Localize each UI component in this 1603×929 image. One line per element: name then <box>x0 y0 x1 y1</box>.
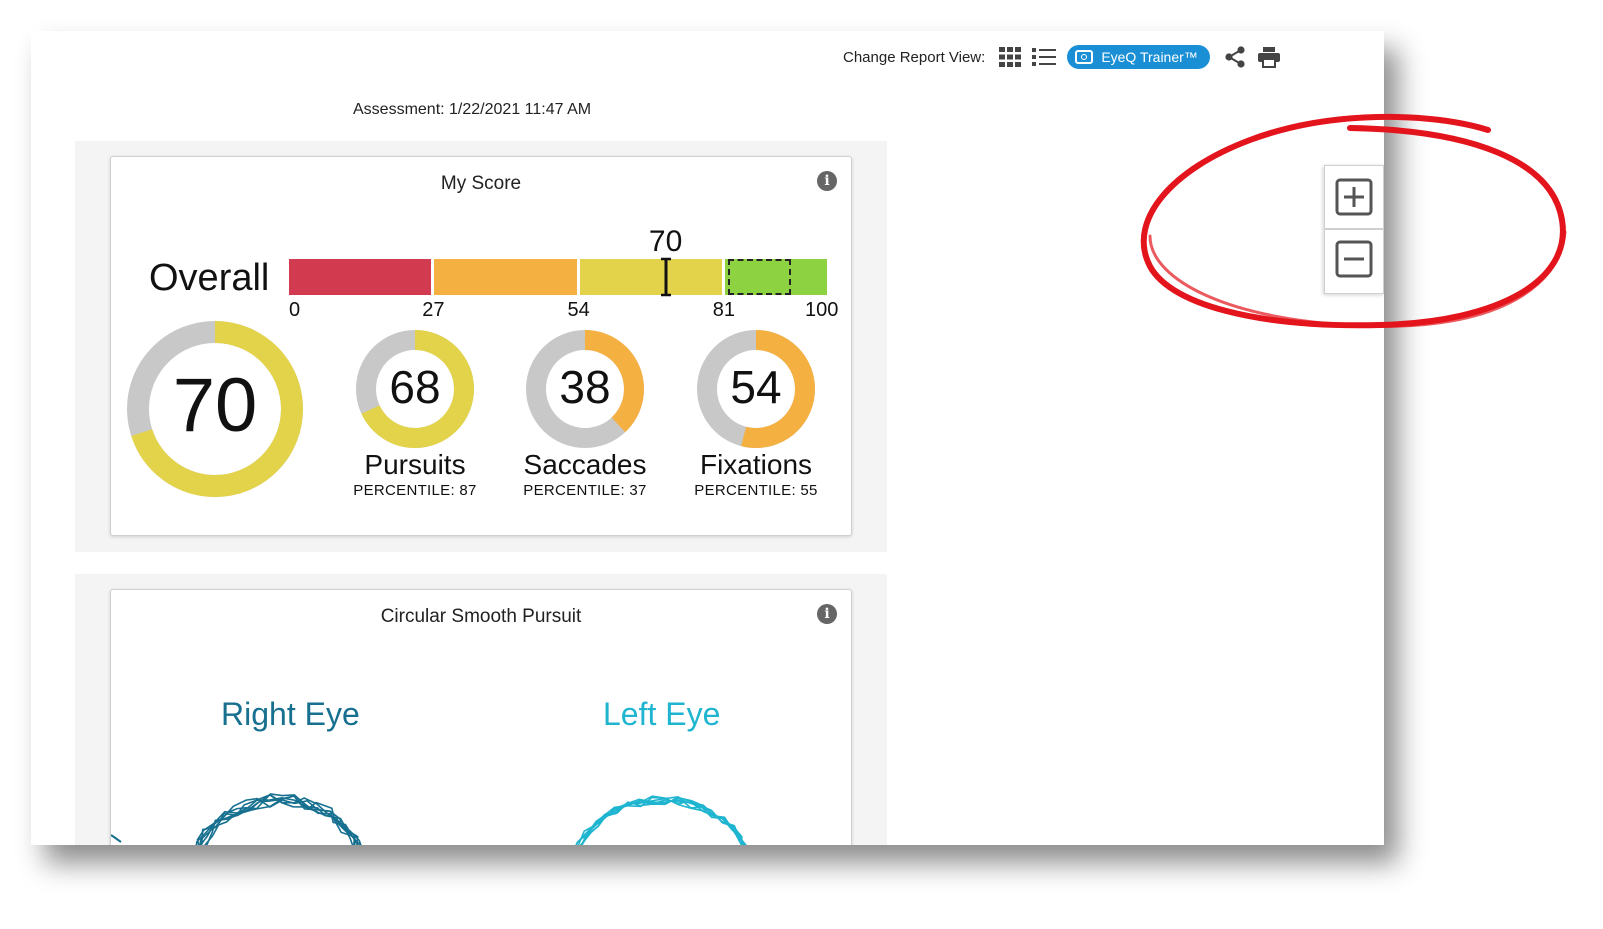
info-icon[interactable]: i <box>817 171 837 191</box>
right-eye-trace <box>195 793 362 845</box>
my-score-title: My Score <box>440 173 522 194</box>
share-icon[interactable] <box>1222 45 1248 69</box>
pursuit-traces <box>111 793 747 845</box>
sub-score-name: Pursuits <box>364 449 466 480</box>
pursuit-panel: Circular Smooth Pursuit i Right Eye Left… <box>75 574 887 845</box>
change-view-label: Change Report View: <box>843 48 986 66</box>
assessment-date: Assessment: 1/22/2021 11:47 AM <box>353 101 592 118</box>
sub-score-gauge: 68 <box>346 320 484 458</box>
report-toolbar: Change Report View: EyeQ Trainer™ <box>843 45 1290 69</box>
trace-path <box>204 796 356 845</box>
scale-tick-label: 100 <box>805 299 839 321</box>
gauge-value: 68 <box>389 361 441 414</box>
overall-gauge: 70 <box>116 310 314 508</box>
sub-score-gauge: 38 <box>516 320 654 458</box>
sub-score-name: Saccades <box>523 449 647 480</box>
sub-score-percentile: PERCENTILE: 87 <box>353 482 477 499</box>
gauge-value: 70 <box>172 362 258 448</box>
zoom-out-icon[interactable] <box>1335 240 1373 278</box>
scale-tick-label: 27 <box>422 299 445 321</box>
gauge-value: 54 <box>730 361 782 414</box>
scale-tick-label: 54 <box>567 299 590 321</box>
my-score-card: My Score i Overall 70 0 27 54 81 100 70 68 Pur… <box>110 156 852 536</box>
eyeq-trainer-button[interactable]: EyeQ Trainer™ <box>1067 45 1210 69</box>
zoom-divider <box>1325 228 1383 230</box>
zoom-in-icon[interactable] <box>1335 178 1373 216</box>
sub-score-percentile: PERCENTILE: 37 <box>523 482 647 499</box>
sub-score-name: Fixations <box>699 449 813 480</box>
overall-score-value: 70 <box>648 225 683 258</box>
eyeq-trainer-label: EyeQ Trainer™ <box>1101 49 1198 65</box>
list-view-icon[interactable] <box>1031 45 1057 69</box>
right-eye-trace-edge <box>111 834 122 843</box>
gauge-value: 38 <box>559 361 611 414</box>
scale-segment <box>434 259 577 295</box>
sub-score-percentile: PERCENTILE: 55 <box>694 482 818 499</box>
report-window: Change Report View: EyeQ Trainer™ Assess… <box>31 31 1384 845</box>
score-marker <box>660 257 671 297</box>
left-eye-trace <box>575 795 747 845</box>
sub-score-gauge: 54 <box>687 320 825 458</box>
overall-scale-bar <box>289 257 827 297</box>
eye-icon <box>1075 50 1094 64</box>
overall-label: Overall <box>149 257 270 299</box>
zoom-control <box>1324 165 1384 294</box>
pursuit-card: Circular Smooth Pursuit i Right Eye Left… <box>110 589 852 845</box>
print-icon[interactable] <box>1256 45 1282 69</box>
scale-segment <box>289 259 432 295</box>
my-score-panel: My Score i Overall 70 0 27 54 81 100 70 68 Pur… <box>75 141 887 552</box>
scale-tick-label: 81 <box>712 299 736 321</box>
scale-segment <box>579 259 722 295</box>
score-range-highlight <box>727 259 792 295</box>
grid-view-icon[interactable] <box>997 45 1023 69</box>
